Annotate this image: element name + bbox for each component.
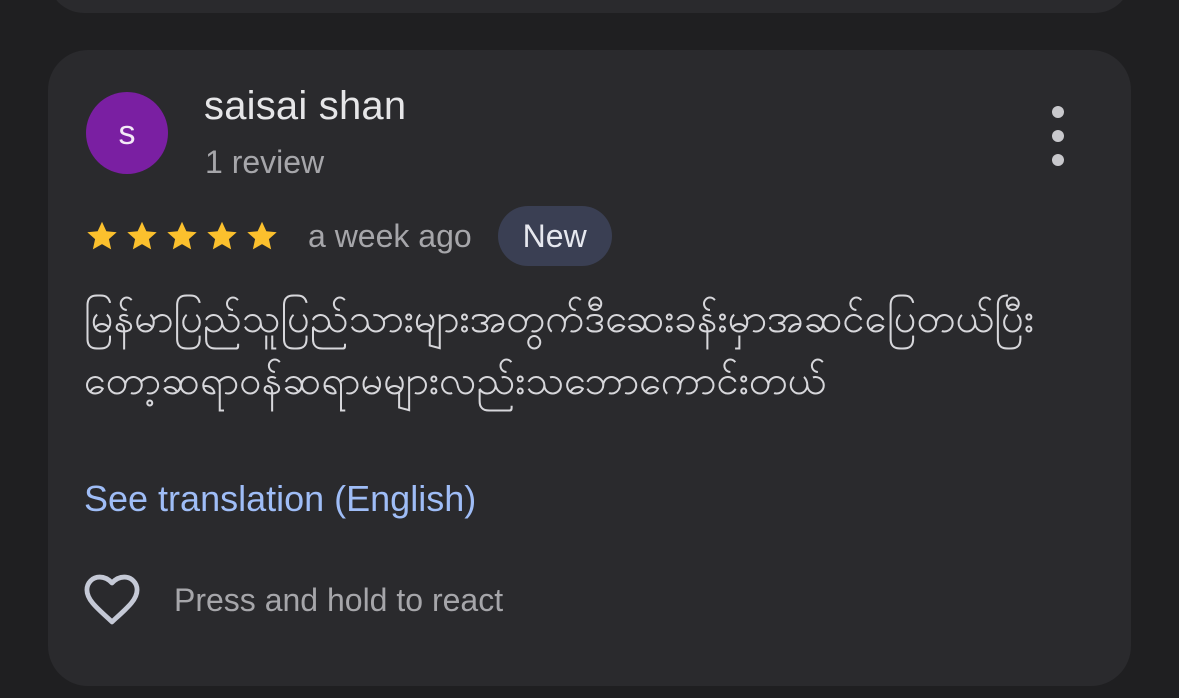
review-card: s saisai shan 1 review a week ago New မြ… xyxy=(48,50,1131,686)
avatar-initial: s xyxy=(118,113,136,152)
heart-icon[interactable] xyxy=(80,568,144,632)
review-text: မြန်မာပြည်သူပြည်သားများအတွက်ဒီဆေးခန်းမှာ… xyxy=(84,296,1035,404)
new-badge: New xyxy=(497,206,612,266)
see-translation-link[interactable]: See translation (English) xyxy=(84,478,476,520)
more-options-button[interactable] xyxy=(1038,106,1078,166)
star-icon xyxy=(167,221,197,250)
reviewer-name[interactable]: saisai shan xyxy=(204,84,406,129)
avatar[interactable]: s xyxy=(86,92,168,174)
star-icon xyxy=(127,221,157,250)
previous-review-card xyxy=(48,0,1131,13)
react-hint: Press and hold to react xyxy=(174,582,504,618)
review-date: a week ago xyxy=(308,217,472,254)
rating-row: a week ago New xyxy=(84,206,612,266)
star-icon xyxy=(207,221,237,250)
more-vert-icon xyxy=(1052,106,1064,118)
star-rating xyxy=(84,218,284,254)
star-icon xyxy=(247,221,277,250)
review-count: 1 review xyxy=(205,144,325,180)
star-icon xyxy=(87,221,117,250)
